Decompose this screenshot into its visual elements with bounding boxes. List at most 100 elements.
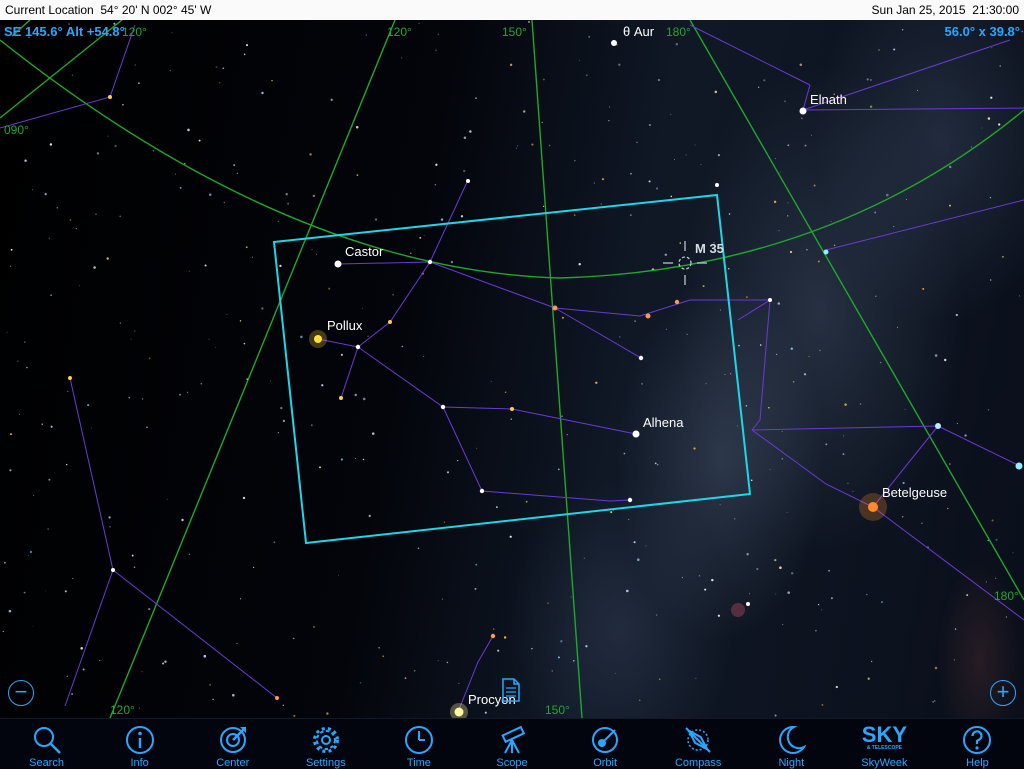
zoom-in-button[interactable]: + bbox=[990, 680, 1016, 706]
background-star bbox=[522, 110, 526, 113]
background-star bbox=[215, 66, 218, 68]
skyweek-button[interactable]: SKY & TELESCOPE SkyWeek bbox=[838, 719, 931, 769]
background-star bbox=[999, 65, 1002, 67]
background-star bbox=[700, 163, 702, 165]
background-star bbox=[768, 406, 770, 409]
search-button[interactable]: Search bbox=[0, 719, 93, 769]
background-star bbox=[813, 184, 816, 187]
background-star bbox=[1018, 295, 1020, 297]
gemini-line-7 bbox=[554, 307, 642, 359]
settings-button[interactable]: Settings bbox=[279, 719, 372, 769]
background-star bbox=[869, 105, 873, 108]
star-castor bbox=[334, 260, 342, 268]
background-star bbox=[198, 139, 201, 142]
background-star bbox=[817, 603, 820, 606]
background-star bbox=[875, 295, 877, 297]
background-star bbox=[557, 656, 560, 659]
background-star bbox=[44, 192, 47, 196]
background-star bbox=[934, 666, 938, 670]
help-button[interactable]: Help bbox=[931, 719, 1024, 769]
background-star bbox=[24, 159, 27, 162]
background-star bbox=[947, 507, 949, 510]
background-stars bbox=[2, 20, 1024, 717]
time-button[interactable]: Time bbox=[372, 719, 465, 769]
background-star bbox=[382, 655, 385, 658]
background-star bbox=[162, 662, 165, 665]
background-star bbox=[458, 683, 460, 684]
background-star bbox=[239, 320, 242, 322]
background-star bbox=[623, 452, 626, 455]
background-star bbox=[998, 123, 1001, 126]
background-star bbox=[901, 515, 904, 518]
background-star bbox=[673, 159, 675, 161]
sky-chart[interactable]: θ Aur Elnath Castor Pollux M 35 Alhena B… bbox=[0, 20, 1024, 718]
info-label: Info bbox=[130, 757, 149, 769]
background-star bbox=[141, 398, 144, 400]
center-button[interactable]: Center bbox=[186, 719, 279, 769]
background-star bbox=[437, 33, 440, 35]
zoom-out-button[interactable]: − bbox=[8, 680, 34, 706]
background-star bbox=[2, 630, 4, 633]
background-star bbox=[463, 169, 466, 173]
background-star bbox=[107, 135, 109, 137]
background-star bbox=[719, 504, 721, 506]
background-star bbox=[943, 358, 947, 362]
background-star bbox=[641, 382, 644, 385]
background-star bbox=[401, 57, 403, 59]
background-star bbox=[4, 561, 6, 564]
background-star bbox=[340, 458, 343, 461]
background-star bbox=[309, 153, 312, 156]
background-star bbox=[804, 144, 807, 147]
background-star bbox=[146, 426, 148, 428]
background-star bbox=[75, 227, 77, 230]
orbit-button[interactable]: Orbit bbox=[559, 719, 652, 769]
document-icon[interactable] bbox=[501, 678, 521, 702]
background-star bbox=[636, 141, 638, 144]
background-star bbox=[757, 86, 760, 89]
background-star bbox=[413, 669, 416, 672]
background-star bbox=[551, 670, 553, 672]
scope-label: Scope bbox=[496, 757, 528, 769]
moon-icon bbox=[779, 725, 807, 754]
background-star bbox=[955, 313, 958, 317]
background-star bbox=[817, 260, 820, 263]
background-star bbox=[310, 424, 313, 427]
background-star bbox=[736, 425, 738, 427]
info-button[interactable]: Info bbox=[93, 719, 186, 769]
background-star bbox=[759, 344, 762, 346]
grid-label-090: 090° bbox=[4, 123, 29, 137]
night-button[interactable]: Night bbox=[745, 719, 838, 769]
background-star bbox=[790, 572, 794, 575]
info-icon bbox=[125, 726, 154, 754]
background-star bbox=[531, 143, 534, 146]
background-star bbox=[835, 685, 838, 689]
background-star bbox=[446, 661, 449, 664]
gemini-line-5 bbox=[357, 346, 637, 435]
background-star bbox=[8, 609, 12, 613]
background-star bbox=[222, 67, 225, 70]
current-location: Current Location 54° 20' N 002° 45' W bbox=[5, 3, 212, 17]
scope-button[interactable]: Scope bbox=[465, 719, 558, 769]
background-star bbox=[32, 625, 34, 627]
background-star bbox=[995, 577, 997, 579]
background-star bbox=[174, 173, 177, 175]
background-star bbox=[583, 557, 586, 559]
background-star bbox=[618, 63, 621, 66]
background-star bbox=[330, 98, 333, 101]
background-star bbox=[777, 302, 781, 305]
grid-label-180: 180° bbox=[666, 25, 691, 39]
compass-button[interactable]: Compass bbox=[652, 719, 745, 769]
date-time[interactable]: Sun Jan 25, 2015 21:30:00 bbox=[872, 3, 1019, 17]
background-star bbox=[435, 49, 437, 51]
background-star bbox=[561, 415, 563, 418]
gemini-line-6 bbox=[442, 406, 631, 502]
background-star bbox=[517, 145, 519, 147]
background-star bbox=[694, 144, 696, 146]
background-star bbox=[579, 60, 581, 61]
background-star bbox=[261, 307, 264, 310]
background-star bbox=[90, 427, 92, 429]
background-star bbox=[819, 349, 821, 352]
background-star bbox=[610, 511, 613, 514]
background-star bbox=[212, 698, 214, 701]
background-star bbox=[490, 381, 492, 382]
